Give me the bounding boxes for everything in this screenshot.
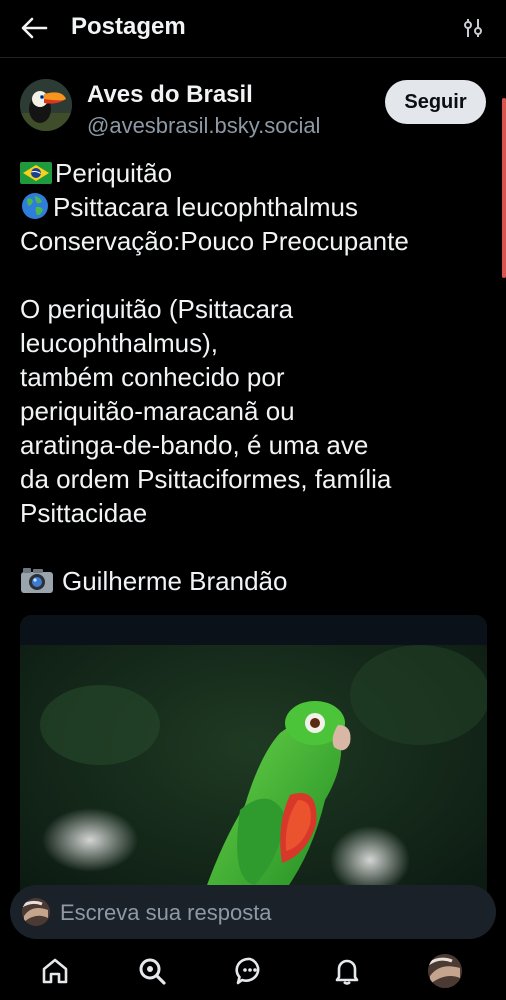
post-screen: Postagem Aves do Brasil @avesbrasil.bsky… [0, 0, 506, 1000]
post-body: Periquitão Psittacara leucophthalmus Con… [20, 156, 490, 598]
bell-icon [335, 959, 359, 985]
brazil-flag-icon [20, 162, 52, 184]
nav-search-button[interactable] [135, 954, 169, 988]
search-icon [139, 958, 166, 985]
description-line: também conhecido por [20, 362, 285, 392]
nav-notifications-button[interactable] [330, 954, 364, 988]
nav-chat-button[interactable] [233, 954, 267, 988]
author-handle[interactable]: @avesbrasil.bsky.social [87, 113, 320, 139]
globe-icon [22, 193, 48, 219]
user-avatar-icon [22, 898, 50, 926]
sliders-icon [464, 19, 482, 37]
author-avatar[interactable] [20, 79, 72, 131]
description-line: periquitão-maracanã ou [20, 396, 295, 426]
top-bar: Postagem [0, 0, 506, 58]
reply-placeholder: Escreva sua resposta [60, 900, 272, 925]
description-line: aratinga-de-bando, é uma ave [20, 430, 369, 460]
description-line: O periquitão (Psittacara [20, 294, 294, 324]
thread-settings-button[interactable] [460, 15, 486, 41]
nav-home-button[interactable] [38, 954, 72, 988]
arrow-left-icon [21, 17, 48, 39]
chat-icon [235, 957, 260, 985]
photo-credit: Guilherme Brandão [20, 564, 490, 598]
scrollbar[interactable] [502, 98, 506, 278]
species-line: Periquitão [20, 156, 490, 190]
scientific-line: Psittacara leucophthalmus [20, 190, 490, 224]
home-icon [42, 958, 68, 984]
user-avatar [22, 898, 50, 926]
back-button[interactable] [14, 12, 54, 44]
bottom-navigation [0, 940, 506, 1000]
nav-profile-button[interactable] [428, 954, 462, 988]
follow-button[interactable]: Seguir [385, 80, 486, 124]
description-line: leucophthalmus), [20, 328, 218, 358]
parakeet-photo [20, 615, 487, 905]
reply-input[interactable]: Escreva sua resposta [10, 885, 496, 939]
profile-avatar [428, 954, 462, 988]
page-title: Postagem [71, 13, 186, 40]
toucan-avatar [20, 79, 72, 131]
common-name: Periquitão [55, 158, 173, 188]
author-name[interactable]: Aves do Brasil [87, 81, 253, 109]
description-line: Psittacidae [20, 498, 148, 528]
photographer-name: Guilherme Brandão [62, 566, 288, 596]
scientific-name: Psittacara leucophthalmus [53, 192, 358, 222]
conservation-status: Conservação:Pouco Preocupante [20, 226, 409, 256]
camera-icon [21, 568, 53, 593]
post-image[interactable] [20, 615, 487, 905]
description-line: da ordem Psittaciformes, família [20, 464, 392, 494]
